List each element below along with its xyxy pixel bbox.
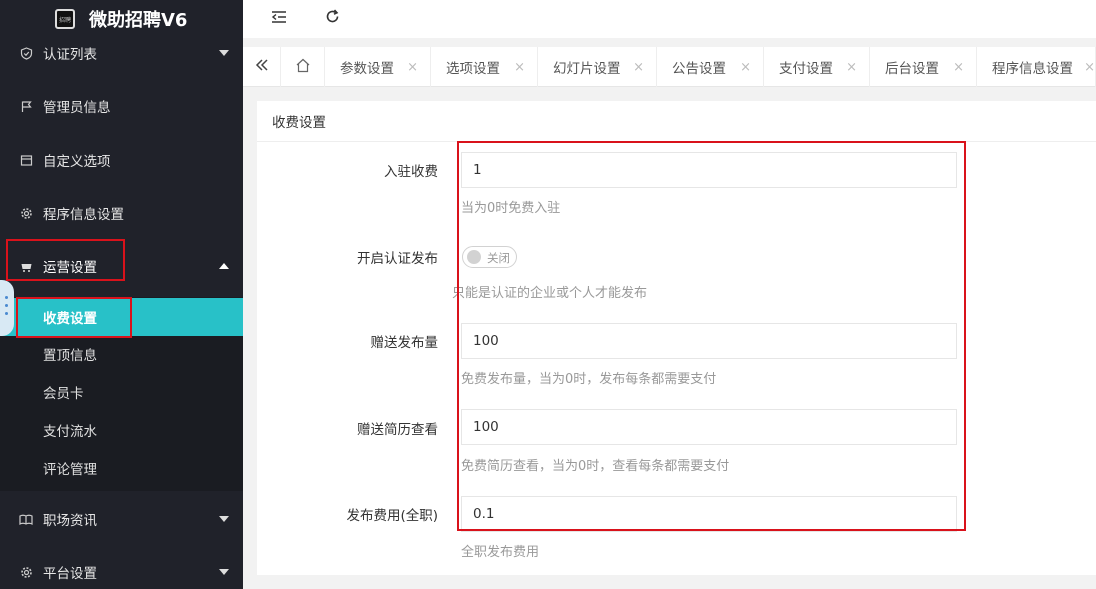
operations-submenu: 收费设置 置顶信息 会员卡 支付流水 评论管理 [0,297,243,491]
sidebar-item-label: 职场资讯 [43,513,97,529]
gift-posts-hint: 免费发布量，当为0时，发布每条都需要支付 [461,372,717,387]
app-logo: 招聘 [55,9,75,29]
gift-resume-input[interactable]: 100 [461,409,957,445]
submenu-item-member-card[interactable]: 会员卡 [0,373,243,411]
sidebar-item-label: 程序信息设置 [43,207,124,223]
sidebar-item-label: 运营设置 [43,260,97,276]
refresh-icon[interactable] [325,9,340,28]
sidebar-item-label: 平台设置 [43,566,97,582]
publish-fee-hint: 全职发布费用 [461,545,540,560]
chevron-down-icon [219,50,229,56]
page-tabs: 参数设置 × 选项设置 × 幻灯片设置 × 公告设置 × 支付设置 × 后台设置… [243,47,1096,87]
floating-side-handle[interactable] [0,280,14,336]
sidebar-item-operations[interactable]: 运营设置 [0,239,243,293]
home-icon [295,58,311,77]
window-icon [19,153,33,167]
verify-publish-label: 开启认证发布 [357,251,438,267]
double-chevron-left-icon [255,58,269,76]
tabs-prev-button[interactable] [243,47,281,87]
indent-icon[interactable] [271,9,287,28]
close-icon[interactable]: × [953,60,964,75]
panel-title: 收费设置 [257,101,1096,142]
verify-publish-toggle[interactable]: 关闭 [462,246,517,268]
sidebar-item-platform-settings[interactable]: 平台设置 [0,545,243,589]
toggle-knob [467,250,481,264]
submenu-item-label: 评论管理 [43,462,97,478]
submenu-item-top-info[interactable]: 置顶信息 [0,335,243,373]
tab-label: 后台设置 [885,61,939,77]
sidebar-item-label: 自定义选项 [43,154,111,170]
sidebar-item-custom-options[interactable]: 自定义选项 [0,133,243,187]
verify-publish-hint: 只能是认证的企业或个人才能发布 [452,286,648,301]
gift-resume-hint: 免费简历查看，当为0时，查看每条都需要支付 [461,459,730,474]
tab-label: 支付设置 [779,61,833,77]
join-fee-input[interactable]: 1 [461,152,957,188]
gear-icon [19,206,33,220]
chevron-down-icon [219,569,229,575]
close-icon[interactable]: × [633,60,644,75]
join-fee-hint: 当为0时免费入驻 [461,201,561,216]
submenu-item-comment-management[interactable]: 评论管理 [0,449,243,487]
join-fee-label: 入驻收费 [384,164,438,180]
app-title: 微助招聘V6 [89,10,188,31]
sidebar-item-label: 管理员信息 [43,100,111,116]
shield-check-icon [19,46,33,60]
submenu-item-label: 支付流水 [43,424,97,440]
close-icon[interactable]: × [1084,60,1095,75]
publish-fee-input[interactable]: 0.1 [461,496,957,532]
tab-slideshow-settings[interactable]: 幻灯片设置 × [538,47,657,87]
toggle-text: 关闭 [487,251,510,265]
submenu-item-payment-records[interactable]: 支付流水 [0,411,243,449]
gear-icon [19,565,33,579]
sidebar-item-admin-info[interactable]: 管理员信息 [0,79,243,133]
sidebar-item-program-info[interactable]: 程序信息设置 [0,186,243,240]
cart-icon [19,259,33,273]
chevron-down-icon [219,516,229,522]
tab-backend-settings[interactable]: 后台设置 × [870,47,977,87]
sidebar: 认证列表 管理员信息 自定义选项 程序信息设置 运营设置 收费设置 置顶信息 会… [0,0,243,589]
submenu-item-label: 收费设置 [43,311,97,327]
gift-resume-label: 赠送简历查看 [357,422,438,438]
close-icon[interactable]: × [514,60,525,75]
tab-options-settings[interactable]: 选项设置 × [431,47,538,87]
tab-home[interactable] [281,47,325,87]
tab-params-settings[interactable]: 参数设置 × [325,47,431,87]
tab-label: 选项设置 [446,61,500,77]
close-icon[interactable]: × [740,60,751,75]
book-icon [19,512,33,526]
tab-label: 参数设置 [340,61,394,77]
submenu-item-label: 会员卡 [43,386,84,402]
tab-announcement-settings[interactable]: 公告设置 × [657,47,764,87]
submenu-item-fee-settings[interactable]: 收费设置 [0,298,243,336]
chevron-up-icon [219,263,229,269]
sidebar-item-career-news[interactable]: 职场资讯 [0,492,243,546]
tab-program-info-settings[interactable]: 程序信息设置 × [977,47,1096,87]
top-toolbar [243,0,1096,38]
tab-label: 程序信息设置 [992,61,1073,77]
gift-posts-label: 赠送发布量 [370,335,439,351]
sidebar-item-label: 认证列表 [43,47,97,63]
flag-icon [19,99,33,113]
tab-label: 公告设置 [672,61,726,77]
gift-posts-input[interactable]: 100 [461,323,957,359]
publish-fee-label: 发布费用(全职) [346,508,438,524]
close-icon[interactable]: × [846,60,857,75]
tab-label: 幻灯片设置 [553,61,621,77]
submenu-item-label: 置顶信息 [43,348,97,364]
close-icon[interactable]: × [407,60,418,75]
app-header: 招聘 微助招聘V6 [0,0,243,38]
tab-payment-settings[interactable]: 支付设置 × [764,47,870,87]
